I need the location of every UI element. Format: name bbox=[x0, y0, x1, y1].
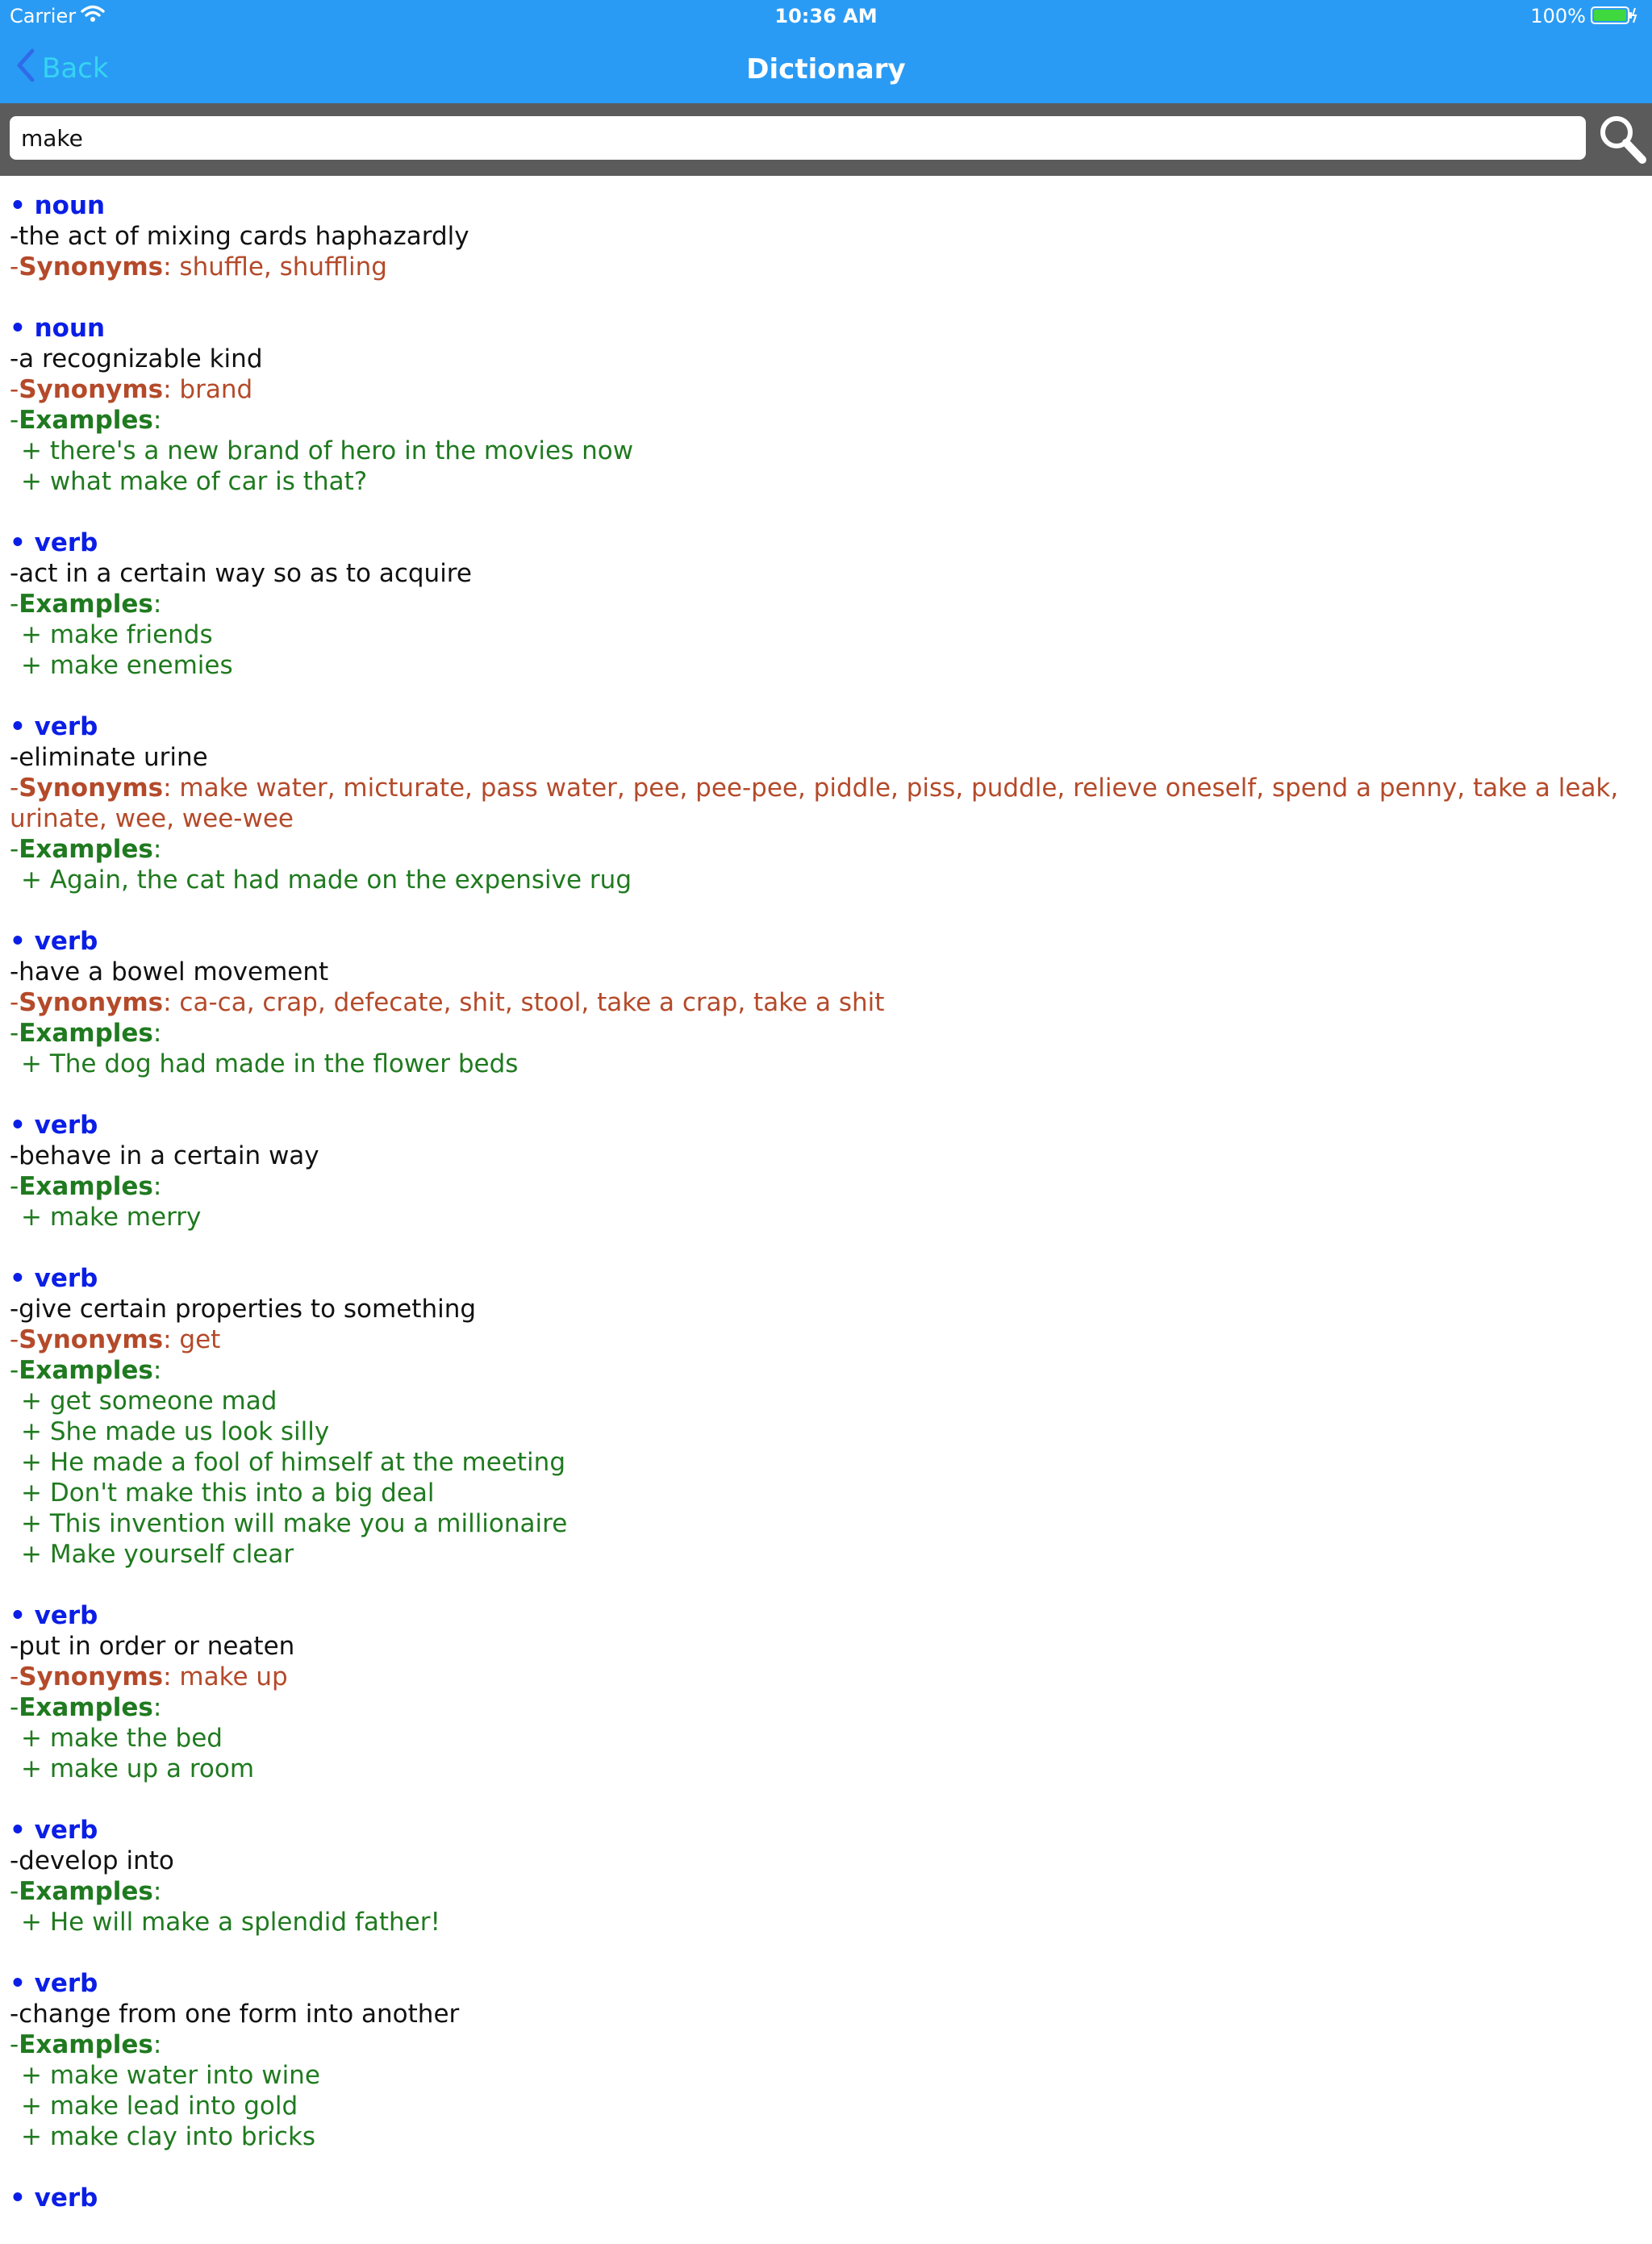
definition-entry: • verb bbox=[10, 2183, 1639, 2213]
search-bar bbox=[0, 103, 1652, 176]
examples-label-text: Examples bbox=[19, 1172, 153, 1201]
examples-label: -Examples: bbox=[10, 1172, 162, 1201]
part-of-speech: • verb bbox=[10, 2184, 98, 2213]
definition-text: -the act of mixing cards haphazardly bbox=[10, 222, 469, 251]
definition-text: -change from one form into another bbox=[10, 2000, 460, 2029]
synonyms-line: -Synonyms: make up bbox=[10, 1662, 288, 1691]
synonyms-label: Synonyms bbox=[19, 252, 164, 282]
example-item: + make water into wine bbox=[21, 2061, 320, 2090]
examples-label: -Examples: bbox=[10, 406, 162, 435]
definition-entry: • noun -a recognizable kind -Synonyms: bra… bbox=[10, 313, 1639, 497]
battery-percent: 100% bbox=[1530, 5, 1586, 27]
part-of-speech: • noun bbox=[10, 191, 106, 220]
example-item: + make the bed bbox=[21, 1724, 223, 1753]
definition-text: -behave in a certain way bbox=[10, 1141, 319, 1170]
examples-label-text: Examples bbox=[19, 1356, 153, 1385]
status-time: 10:36 AM bbox=[774, 5, 878, 27]
synonyms-label: Synonyms bbox=[19, 375, 164, 404]
definitions-list: • noun -the act of mixing cards haphazard… bbox=[10, 190, 1639, 2244]
part-of-speech: • verb bbox=[10, 528, 98, 557]
definition-entry: • verb -act in a certain way so as to acq… bbox=[10, 528, 1639, 681]
definition-entry: • verb -put in order or neaten -Synonyms: … bbox=[10, 1600, 1639, 1784]
examples-label: -Examples: bbox=[10, 2030, 162, 2059]
examples-label-text: Examples bbox=[19, 1019, 153, 1048]
examples-label-text: Examples bbox=[19, 590, 153, 619]
examples-label: -Examples: bbox=[10, 1693, 162, 1722]
example-item: + Again, the cat had made on the expensi… bbox=[21, 865, 632, 895]
synonyms-label: Synonyms bbox=[19, 1325, 164, 1354]
example-item: + get someone mad bbox=[21, 1387, 277, 1416]
search-input[interactable] bbox=[10, 116, 1586, 160]
synonyms-line: -Synonyms: shuffle, shuffling bbox=[10, 252, 387, 282]
synonyms-text: : get bbox=[163, 1325, 221, 1354]
example-item: + The dog had made in the flower beds bbox=[21, 1049, 519, 1078]
search-button[interactable] bbox=[1596, 113, 1647, 165]
examples-label: -Examples: bbox=[10, 590, 162, 619]
examples-label: -Examples: bbox=[10, 1356, 162, 1385]
battery-icon bbox=[1591, 5, 1637, 31]
example-item: + He made a fool of himself at the meeti… bbox=[21, 1448, 565, 1477]
synonyms-label: Synonyms bbox=[19, 988, 164, 1017]
part-of-speech: • verb bbox=[10, 1111, 98, 1140]
definition-text: -eliminate urine bbox=[10, 743, 208, 772]
example-item: + He will make a splendid father! bbox=[21, 1908, 440, 1937]
synonyms-line: -Synonyms: get bbox=[10, 1325, 221, 1354]
part-of-speech: • verb bbox=[10, 712, 98, 741]
examples-label-text: Examples bbox=[19, 2030, 153, 2059]
part-of-speech: • verb bbox=[10, 1969, 98, 1998]
definition-entry: • verb -develop into -Examples: + He will m… bbox=[10, 1815, 1639, 1937]
nav-bar: Back Dictionary bbox=[0, 34, 1652, 103]
synonyms-text: : brand bbox=[163, 375, 253, 404]
examples-label-text: Examples bbox=[19, 406, 153, 435]
definition-text: -have a bowel movement bbox=[10, 957, 329, 986]
synonyms-text: : ca-ca, crap, defecate, shit, stool, ta… bbox=[163, 988, 885, 1017]
synonyms-text: : make water, micturate, pass water, pee… bbox=[10, 774, 1619, 833]
page-title: Dictionary bbox=[746, 53, 906, 86]
example-item: + make lead into gold bbox=[21, 2092, 298, 2121]
examples-label-text: Examples bbox=[19, 1877, 153, 1906]
part-of-speech: • verb bbox=[10, 1601, 98, 1630]
definition-entry: • noun -the act of mixing cards haphazard… bbox=[10, 190, 1639, 282]
definition-entry: • verb -change from one form into another… bbox=[10, 1968, 1639, 2152]
example-item: + there's a new brand of hero in the mov… bbox=[21, 436, 634, 465]
definition-entry: • verb -eliminate urine -Synonyms: make wa… bbox=[10, 711, 1639, 895]
synonyms-line: -Synonyms: ca-ca, crap, defecate, shit, … bbox=[10, 988, 885, 1017]
part-of-speech: • verb bbox=[10, 1816, 98, 1845]
synonyms-label: Synonyms bbox=[19, 774, 164, 803]
definition-entry: • verb -have a bowel movement -Synonyms: c… bbox=[10, 926, 1639, 1079]
examples-label: -Examples: bbox=[10, 835, 162, 864]
synonyms-label: Synonyms bbox=[19, 1662, 164, 1691]
definition-entry: • verb -behave in a certain way -Examples:… bbox=[10, 1110, 1639, 1233]
definition-entry: • verb -give certain properties to someth… bbox=[10, 1263, 1639, 1570]
part-of-speech: • verb bbox=[10, 1264, 98, 1293]
example-item: + make enemies bbox=[21, 651, 233, 680]
example-item: + what make of car is that? bbox=[21, 467, 368, 496]
definition-text: -a recognizable kind bbox=[10, 344, 263, 373]
example-item: + make merry bbox=[21, 1203, 202, 1232]
example-item: + make up a room bbox=[21, 1754, 255, 1783]
example-item: + This invention will make you a million… bbox=[21, 1509, 568, 1538]
synonyms-line: -Synonyms: brand bbox=[10, 375, 253, 404]
definition-text: -put in order or neaten bbox=[10, 1632, 295, 1661]
definition-text: -give certain properties to something bbox=[10, 1295, 477, 1324]
part-of-speech: • noun bbox=[10, 314, 106, 343]
examples-label-text: Examples bbox=[19, 835, 153, 864]
navigation-header: Carrier 10:36 AM 100% Back Dictionary bbox=[0, 0, 1652, 103]
synonyms-line: -Synonyms: make water, micturate, pass w… bbox=[10, 774, 1619, 833]
example-item: + Make yourself clear bbox=[21, 1540, 294, 1569]
example-item: + make friends bbox=[21, 620, 213, 649]
example-item: + Don't make this into a big deal bbox=[21, 1479, 435, 1508]
example-item: + She made us look silly bbox=[21, 1417, 330, 1446]
part-of-speech: • verb bbox=[10, 927, 98, 956]
synonyms-text: : make up bbox=[163, 1662, 288, 1691]
examples-label: -Examples: bbox=[10, 1877, 162, 1906]
status-bar: Carrier 10:36 AM 100% bbox=[0, 0, 1652, 32]
example-item: + make clay into bricks bbox=[21, 2122, 316, 2151]
synonyms-text: : shuffle, shuffling bbox=[163, 252, 387, 282]
examples-label-text: Examples bbox=[19, 1693, 153, 1722]
search-icon bbox=[1600, 116, 1646, 164]
definition-text: -act in a certain way so as to acquire bbox=[10, 559, 472, 588]
examples-label: -Examples: bbox=[10, 1019, 162, 1048]
definition-text: -develop into bbox=[10, 1846, 174, 1875]
